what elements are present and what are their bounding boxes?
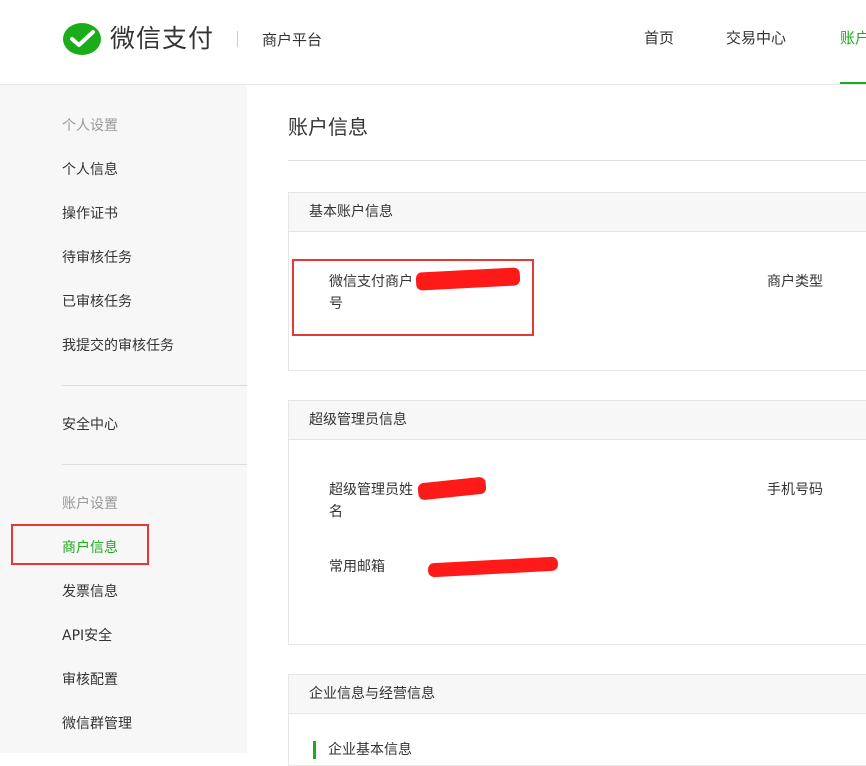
admin-name-label: 超级管理员姓名 (329, 482, 413, 520)
card-header: 基本账户信息 (289, 193, 866, 232)
sidebar-item-invoice[interactable]: 发票信息 (62, 582, 118, 602)
sidebar-item-wechat-group[interactable]: 微信群管理 (62, 714, 132, 734)
platform-name: 商户平台 (262, 31, 323, 49)
sidebar (0, 85, 247, 753)
card-title: 基本账户信息 (309, 204, 393, 220)
sidebar-item-api-security[interactable]: API安全 (62, 626, 112, 646)
card-header: 企业信息与经营信息 (289, 675, 866, 714)
sidebar-item-review-config[interactable]: 审核配置 (62, 670, 118, 690)
card-header: 超级管理员信息 (289, 401, 866, 440)
card-title: 企业信息与经营信息 (309, 686, 435, 702)
card-title: 超级管理员信息 (309, 412, 407, 428)
phone-label: 手机号码 (767, 482, 823, 498)
page-title: 账户信息 (288, 115, 368, 139)
sidebar-item-reviewed[interactable]: 已审核任务 (62, 292, 132, 312)
email-label: 常用邮箱 (329, 559, 385, 575)
wechat-pay-logo-icon[interactable] (62, 22, 102, 58)
nav-trade-center[interactable]: 交易中心 (726, 28, 786, 48)
sidebar-divider (62, 464, 247, 465)
nav-home[interactable]: 首页 (644, 28, 674, 48)
brand-divider (237, 31, 238, 47)
sidebar-item-my-submitted[interactable]: 我提交的审核任务 (62, 336, 174, 356)
highlight-box (11, 524, 149, 565)
sidebar-item-security[interactable]: 安全中心 (62, 415, 118, 435)
sidebar-divider (62, 385, 247, 386)
enterprise-basic-subtitle: 企业基本信息 (313, 741, 412, 759)
title-divider (288, 160, 866, 161)
sidebar-item-pending-review[interactable]: 待审核任务 (62, 248, 132, 268)
sidebar-item-certificate[interactable]: 操作证书 (62, 204, 118, 224)
sidebar-group-account: 账户设置 (62, 496, 118, 512)
merchant-type-label: 商户类型 (767, 274, 823, 290)
brand-name[interactable]: 微信支付 (110, 22, 214, 56)
sidebar-group-personal: 个人设置 (62, 118, 118, 134)
sidebar-item-personal-info[interactable]: 个人信息 (62, 160, 118, 180)
nav-account[interactable]: 账户 (840, 28, 866, 48)
top-header: 微信支付 商户平台 首页 交易中心 账户 (0, 0, 866, 85)
nav-active-underline (840, 82, 866, 84)
highlight-box (292, 259, 534, 336)
